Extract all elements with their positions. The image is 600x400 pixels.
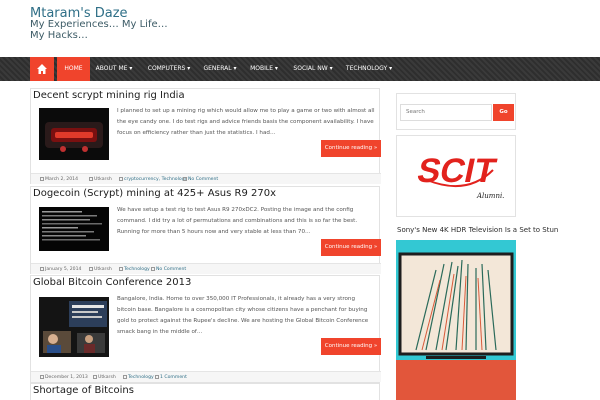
comment-icon [151,266,155,271]
folder-icon [119,176,123,181]
search-input[interactable]: Search [400,104,492,121]
widget-title[interactable]: Sony's New 4K HDR Television Is a Set to… [397,226,597,234]
post-comments[interactable]: No Comment [188,174,218,185]
post-card: Shortage of Bitcoins [30,383,380,400]
post-card: Dogecoin (Scrypt) mining at 425+ Asus R9… [30,186,381,274]
post-author[interactable]: Utkarsh [98,372,116,383]
post-excerpt: I planned to set up a mining rig which w… [117,108,375,136]
continue-reading-button[interactable]: Continue reading » [321,338,381,355]
post-author[interactable]: Utkarsh [94,264,112,275]
post-categories[interactable]: cryptocurrency, Technology [124,174,187,185]
nav-about-me[interactable]: ABOUT ME ▾ [92,57,136,81]
scit-alumni-logo: SCIT Alumni. [414,152,505,200]
site-description: My Experiences… My Life… My Hacks… [30,19,168,41]
mining-rig-image [39,108,109,160]
post-meta: January 5, 2014 Utkarsh Technology No Co… [31,263,381,274]
post-categories[interactable]: Technology [124,264,150,275]
post-author[interactable]: Utkarsh [94,174,112,185]
post-categories[interactable]: Technology [128,372,154,383]
post-date: March 2, 2014 [45,177,78,182]
post-date: January 5, 2014 [45,267,82,272]
comment-icon [155,374,159,379]
calendar-icon [40,266,44,271]
home-icon-button[interactable] [30,57,54,81]
post-meta: March 2, 2014 Utkarsh cryptocurrency, Te… [31,173,381,184]
post-card: Global Bitcoin Conference 2013 Bangalore… [30,275,381,383]
user-icon [89,266,93,271]
post-thumbnail[interactable] [39,207,109,251]
post-title[interactable]: Global Bitcoin Conference 2013 [33,277,191,288]
conference-image [39,297,109,357]
logo-widget[interactable]: SCIT Alumni. [396,135,516,217]
continue-reading-button[interactable]: Continue reading » [321,140,381,157]
post-title[interactable]: Dogecoin (Scrypt) mining at 425+ Asus R9… [33,188,276,199]
nav-mobile[interactable]: MOBILE ▾ [246,57,282,81]
television-image [396,240,516,400]
terminal-screenshot-image [39,207,109,251]
post-thumbnail[interactable] [39,108,109,160]
post-comments[interactable]: No Comment [156,264,186,275]
logo-subtitle-text: Alumni. [476,192,504,200]
folder-icon [119,266,123,271]
post-comments[interactable]: 1 Comment [160,372,187,383]
sony-tv-ad-image[interactable] [396,240,516,400]
post-title[interactable]: Shortage of Bitcoins [33,385,134,396]
nav-general[interactable]: GENERAL ▾ [200,57,240,81]
folder-icon [123,374,127,379]
post-thumbnail[interactable] [39,297,109,357]
nav-home[interactable]: HOME [57,57,90,81]
comment-icon [183,176,187,181]
post-excerpt: Bangalore, India. Home to over 350,000 I… [117,296,369,335]
search-go-button[interactable]: Go [493,104,514,121]
home-icon [37,64,47,74]
nav-technology[interactable]: TECHNOLOGY ▾ [343,57,395,81]
post-date: December 1, 2013 [45,375,88,380]
calendar-icon [40,176,44,181]
user-icon [89,176,93,181]
calendar-icon [40,374,44,379]
post-card: Decent scrypt mining rig India I planned… [30,88,381,184]
nav-computers[interactable]: COMPUTERS ▾ [142,57,196,81]
nav-social-nw[interactable]: SOCIAL NW ▾ [290,57,336,81]
user-icon [93,374,97,379]
continue-reading-button[interactable]: Continue reading » [321,239,381,256]
post-title[interactable]: Decent scrypt mining rig India [33,90,185,101]
post-meta: December 1, 2013 Utkarsh Technology 1 Co… [31,371,381,382]
post-excerpt: We have setup a test rig to test Asus R9… [117,207,358,235]
logo-brand-text: SCIT [414,152,499,190]
